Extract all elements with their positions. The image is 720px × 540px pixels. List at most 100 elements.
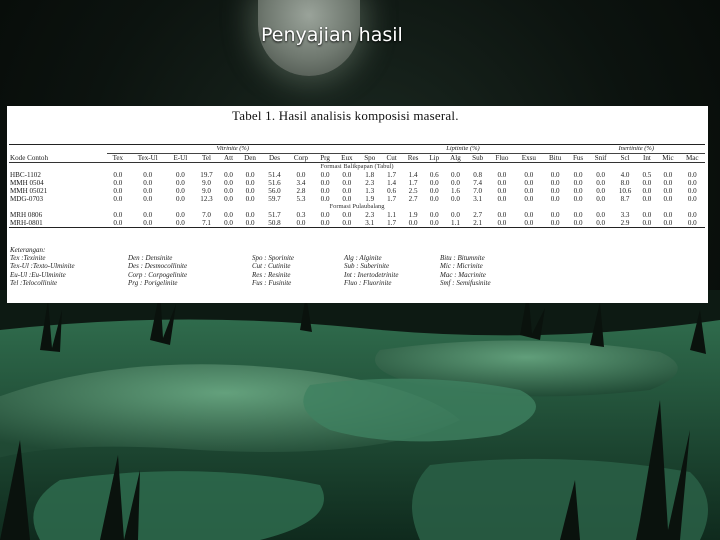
- legend-item: Spo : Sporinite: [252, 254, 294, 262]
- value-cell: 0.0: [524, 179, 534, 187]
- value-cell: 0.3: [296, 211, 306, 219]
- value-cell: 3.1: [358, 219, 382, 228]
- value-cell: 1.7: [387, 171, 397, 179]
- value-cell: 0.0: [429, 187, 439, 195]
- value-cell: 0.0: [224, 211, 233, 219]
- legend-item: Smf : Semifusinite: [440, 278, 491, 287]
- legend-item: Tex-Ul :Texto-Ulminite: [10, 262, 75, 271]
- value-cell: 0.0: [286, 219, 315, 228]
- value-cell: 50.8: [262, 219, 287, 228]
- value-cell: 0.0: [663, 187, 673, 195]
- value-cell: 0.0: [687, 171, 697, 179]
- value-cell: 0.0: [663, 171, 673, 179]
- value-cell: 0.0: [642, 195, 652, 203]
- sample-code-cell: HBC-1102: [10, 171, 41, 179]
- value-cell: 9.0: [202, 179, 211, 187]
- column-header: Scl: [612, 153, 638, 163]
- value-cell: 1.1: [387, 211, 397, 219]
- value-cell: 1.7: [387, 195, 397, 203]
- value-cell: 0.0: [596, 171, 606, 179]
- value-cell: 19.7: [200, 171, 213, 179]
- column-header: Att: [218, 153, 239, 163]
- legend-heading: Keterangan:: [10, 246, 46, 254]
- column-header: Lip: [424, 153, 445, 163]
- sample-code-cell: MRH-0801: [9, 219, 107, 228]
- value-cell: 0.0: [596, 195, 606, 203]
- legend-column: Spo : Sporinite Cut : Cutinite Res : Resin…: [252, 254, 344, 287]
- formation-row: Formasi Balikpapan (Tabul): [9, 163, 705, 172]
- value-cell: 0.0: [402, 219, 425, 228]
- sample-code-cell: MRH 0806: [10, 211, 43, 219]
- column-header: Tex: [107, 153, 129, 163]
- column-header: Spo: [358, 153, 382, 163]
- value-cell: 0.0: [335, 219, 359, 228]
- value-cell: 0.0: [245, 187, 255, 195]
- value-cell: 0.0: [224, 187, 233, 195]
- value-cell: 0.0: [175, 179, 185, 187]
- value-cell: 0.0: [656, 219, 680, 228]
- legend-item: Prg : Porigelinite: [128, 278, 178, 287]
- column-header: E-Ul: [166, 153, 195, 163]
- value-cell: 0.0: [342, 171, 352, 179]
- value-cell: 0.0: [245, 195, 255, 203]
- value-cell: 0.0: [637, 219, 657, 228]
- value-cell: 0.0: [687, 179, 697, 187]
- sample-code-cell: MMH 05021: [10, 187, 48, 195]
- legend-item: Mic : Micrinite: [440, 262, 483, 271]
- value-cell: 9.0: [202, 187, 211, 195]
- legend-item: Tel :Telocollinite: [10, 278, 58, 287]
- value-cell: 0.0: [342, 187, 352, 195]
- column-header: Snif: [588, 153, 613, 163]
- inertinite-group-header: Inertinite (%): [567, 144, 705, 154]
- kode-contoh-header: Kode Contoh: [9, 153, 107, 163]
- value-cell: 0.0: [524, 211, 534, 219]
- table-row: MMH 0504 0.0 0.0 0.0 9.0 0.0 0.0 51.6 3.4 0.0 0.0 2…: [9, 179, 705, 187]
- legend-item: Int : Inertodetrinite: [344, 270, 399, 279]
- value-cell: 0.0: [175, 195, 185, 203]
- legend-item: Corp : Corpogelinite: [128, 270, 188, 279]
- value-cell: 12.3: [200, 195, 213, 203]
- value-cell: 0.0: [143, 171, 153, 179]
- value-cell: 0.0: [497, 179, 507, 187]
- value-cell: 0.0: [687, 211, 697, 219]
- value-cell: 0.0: [497, 187, 507, 195]
- value-cell: 0.0: [143, 211, 153, 219]
- value-cell: 0.0: [524, 187, 534, 195]
- value-cell: 0.0: [320, 179, 330, 187]
- value-cell: 0.0: [113, 179, 123, 187]
- table-caption: Tabel 1. Hasil analisis komposisi masera…: [232, 108, 459, 123]
- value-cell: 0.0: [573, 179, 583, 187]
- value-cell: 1.8: [365, 171, 375, 179]
- value-cell: 0.0: [245, 171, 255, 179]
- value-cell: 0.0: [143, 195, 153, 203]
- value-cell: 0.0: [296, 171, 306, 179]
- value-cell: 0.0: [175, 211, 185, 219]
- value-cell: 0.0: [451, 179, 460, 187]
- legend-column: Alg : Alginite Sub : Suberinite Int : Iner…: [344, 254, 440, 287]
- value-cell: 0.0: [175, 187, 185, 195]
- value-cell: 8.0: [620, 179, 630, 187]
- value-cell: 0.0: [687, 195, 697, 203]
- legend-item: Tex :Texinite: [10, 254, 46, 262]
- legend-item: Cut : Cutinite: [252, 262, 291, 271]
- column-header: Mic: [656, 153, 680, 163]
- value-cell: 0.0: [596, 187, 606, 195]
- legend-item: Fluo : Fluorinite: [344, 278, 392, 287]
- group-header-row: Vitrinite (%) Liptinite (%) Inertinite (…: [9, 144, 705, 154]
- value-cell: 0.0: [663, 211, 673, 219]
- column-header: Sub: [466, 153, 489, 163]
- column-header: Exsu: [514, 153, 543, 163]
- legend-item: Alg : Alginite: [344, 254, 382, 262]
- value-cell: 0.0: [166, 219, 195, 228]
- value-cell: 0.0: [429, 195, 439, 203]
- column-header: Alg: [444, 153, 467, 163]
- column-header: Tel: [194, 153, 219, 163]
- liptinite-group-header: Liptinite (%): [358, 144, 568, 154]
- value-cell: 0.8: [473, 171, 483, 179]
- value-cell: 0.0: [128, 219, 167, 228]
- value-cell: 2.7: [408, 195, 418, 203]
- value-cell: 0.0: [550, 171, 560, 179]
- legend-item: Bitu : Bitumnite: [440, 254, 485, 262]
- value-cell: 0.0: [550, 195, 560, 203]
- formation-label: Formasi Balikpapan (Tabul): [320, 163, 394, 170]
